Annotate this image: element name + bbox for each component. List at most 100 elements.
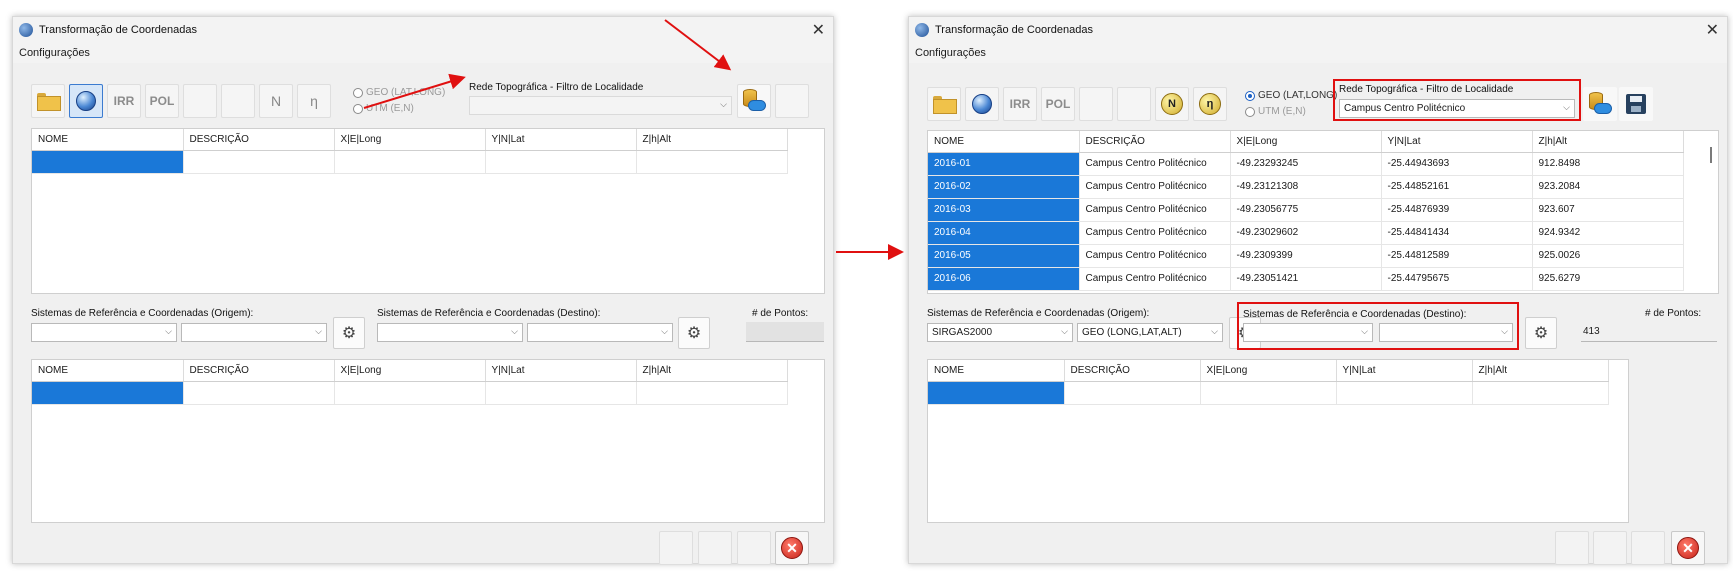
table-cell[interactable]: Campus Centro Politécnico [1079,244,1231,268]
table-cell[interactable] [928,381,1065,405]
origin-type-select[interactable]: GEO (LONG,LAT,ALT) ⌵ [1077,323,1223,342]
table-row[interactable] [32,150,788,174]
table-row[interactable] [32,381,788,405]
origin-system-select[interactable]: SIRGAS2000 ⌵ [927,323,1073,342]
blank-tool-button-2[interactable] [1117,87,1151,121]
load-network-button[interactable] [1583,87,1617,121]
table-cell[interactable]: 2016-05 [928,244,1080,268]
n-button[interactable]: N [1155,87,1189,121]
geodesic-button[interactable] [69,84,103,118]
table-cell[interactable]: 924.9342 [1532,221,1684,245]
table-cell[interactable]: -49.23051421 [1230,267,1382,291]
pol-button[interactable]: POL [145,84,179,118]
save-button[interactable] [1619,87,1653,121]
col-descricao[interactable]: DESCRIÇÃO [183,360,335,382]
origin-system-select[interactable]: ⌵ [31,323,177,342]
table-cell[interactable] [32,150,184,174]
col-nome[interactable]: NOME [32,129,184,151]
table-cell[interactable] [334,150,486,174]
table-cell[interactable] [485,381,637,405]
open-file-button[interactable] [927,87,961,121]
col-z[interactable]: Z|h|Alt [1532,131,1684,153]
action-button-2[interactable] [1593,531,1627,565]
col-y[interactable]: Y|N|Lat [485,360,637,382]
table-row[interactable]: 2016-05 Campus Centro Politécnico -49.2309… [928,244,1684,268]
cancel-button[interactable]: ✕ [775,531,809,565]
table-cell[interactable]: -49.23056775 [1230,198,1382,222]
col-z[interactable]: Z|h|Alt [1472,360,1609,382]
col-x[interactable]: X|E|Long [334,360,486,382]
table-cell[interactable]: Campus Centro Politécnico [1079,152,1231,176]
table-cell[interactable]: -25.44943693 [1381,152,1533,176]
col-nome[interactable]: NOME [928,131,1080,153]
table-cell[interactable]: -49.23293245 [1230,152,1382,176]
table-cell[interactable]: -49.23029602 [1230,221,1382,245]
table-cell[interactable]: -25.44876939 [1381,198,1533,222]
table-cell[interactable]: 2016-02 [928,175,1080,199]
table-cell[interactable]: 923.2084 [1532,175,1684,199]
radio-utm[interactable]: UTM (E,N) [353,103,414,114]
table-cell[interactable]: -25.44812589 [1381,244,1533,268]
action-button-3[interactable] [737,531,771,565]
col-y[interactable]: Y|N|Lat [485,129,637,151]
table-cell[interactable]: 2016-04 [928,221,1080,245]
table-cell[interactable]: -49.2309399 [1230,244,1382,268]
table-cell[interactable]: -25.44841434 [1381,221,1533,245]
table-cell[interactable]: 925.0026 [1532,244,1684,268]
load-network-button[interactable] [737,84,771,118]
close-icon[interactable]: ✕ [812,20,825,40]
n-button[interactable]: N [259,84,293,118]
table-cell[interactable] [1064,381,1201,405]
table-cell[interactable]: 2016-01 [928,152,1080,176]
radio-geo[interactable]: GEO (LAT,LONG) [353,87,445,98]
origin-settings-button[interactable]: ⚙ [333,317,365,349]
col-y[interactable]: Y|N|Lat [1336,360,1473,382]
origin-type-select[interactable]: ⌵ [181,323,327,342]
pol-button[interactable]: POL [1041,87,1075,121]
col-x[interactable]: X|E|Long [1230,131,1382,153]
table-cell[interactable]: 923.607 [1532,198,1684,222]
table-cell[interactable] [485,150,637,174]
table-cell[interactable]: Campus Centro Politécnico [1079,198,1231,222]
col-x[interactable]: X|E|Long [334,129,486,151]
table-cell[interactable]: 925.6279 [1532,267,1684,291]
col-descricao[interactable]: DESCRIÇÃO [1064,360,1201,382]
table-cell[interactable] [32,381,184,405]
table-cell[interactable] [183,381,335,405]
irr-button[interactable]: IRR [107,84,141,118]
table-cell[interactable] [636,381,788,405]
table-cell[interactable]: 2016-03 [928,198,1080,222]
menu-configuracoes[interactable]: Configurações [19,47,90,59]
col-descricao[interactable]: DESCRIÇÃO [1079,131,1231,153]
col-x[interactable]: X|E|Long [1200,360,1337,382]
blank-tool-button-2[interactable] [221,84,255,118]
table-cell[interactable]: -25.44795675 [1381,267,1533,291]
table-cell[interactable] [334,381,486,405]
table-cell[interactable]: Campus Centro Politécnico [1079,221,1231,245]
eta-button[interactable]: η [297,84,331,118]
table-row[interactable]: 2016-06 Campus Centro Politécnico -49.2305… [928,267,1684,291]
action-button-1[interactable] [659,531,693,565]
cancel-button[interactable]: ✕ [1671,531,1705,565]
action-button-3[interactable] [1631,531,1665,565]
table-row[interactable] [928,381,1609,405]
col-y[interactable]: Y|N|Lat [1381,131,1533,153]
save-button-disabled[interactable] [775,84,809,118]
blank-tool-button-1[interactable] [1079,87,1113,121]
col-descricao[interactable]: DESCRIÇÃO [183,129,335,151]
scrollbar-thumb[interactable] [1710,147,1712,163]
dest-system-select[interactable]: ⌵ [377,323,523,342]
table-cell[interactable]: Campus Centro Politécnico [1079,267,1231,291]
irr-button[interactable]: IRR [1003,87,1037,121]
col-z[interactable]: Z|h|Alt [636,129,788,151]
table-row[interactable]: 2016-04 Campus Centro Politécnico -49.2302… [928,221,1684,245]
col-nome[interactable]: NOME [928,360,1065,382]
radio-utm[interactable]: UTM (E,N) [1245,106,1306,117]
table-cell[interactable] [1472,381,1609,405]
dest-settings-button[interactable]: ⚙ [1525,317,1557,349]
action-button-2[interactable] [698,531,732,565]
table-cell[interactable]: 2016-06 [928,267,1080,291]
table-cell[interactable] [1336,381,1473,405]
filter-select[interactable]: ⌵ [469,96,732,115]
open-file-button[interactable] [31,84,65,118]
